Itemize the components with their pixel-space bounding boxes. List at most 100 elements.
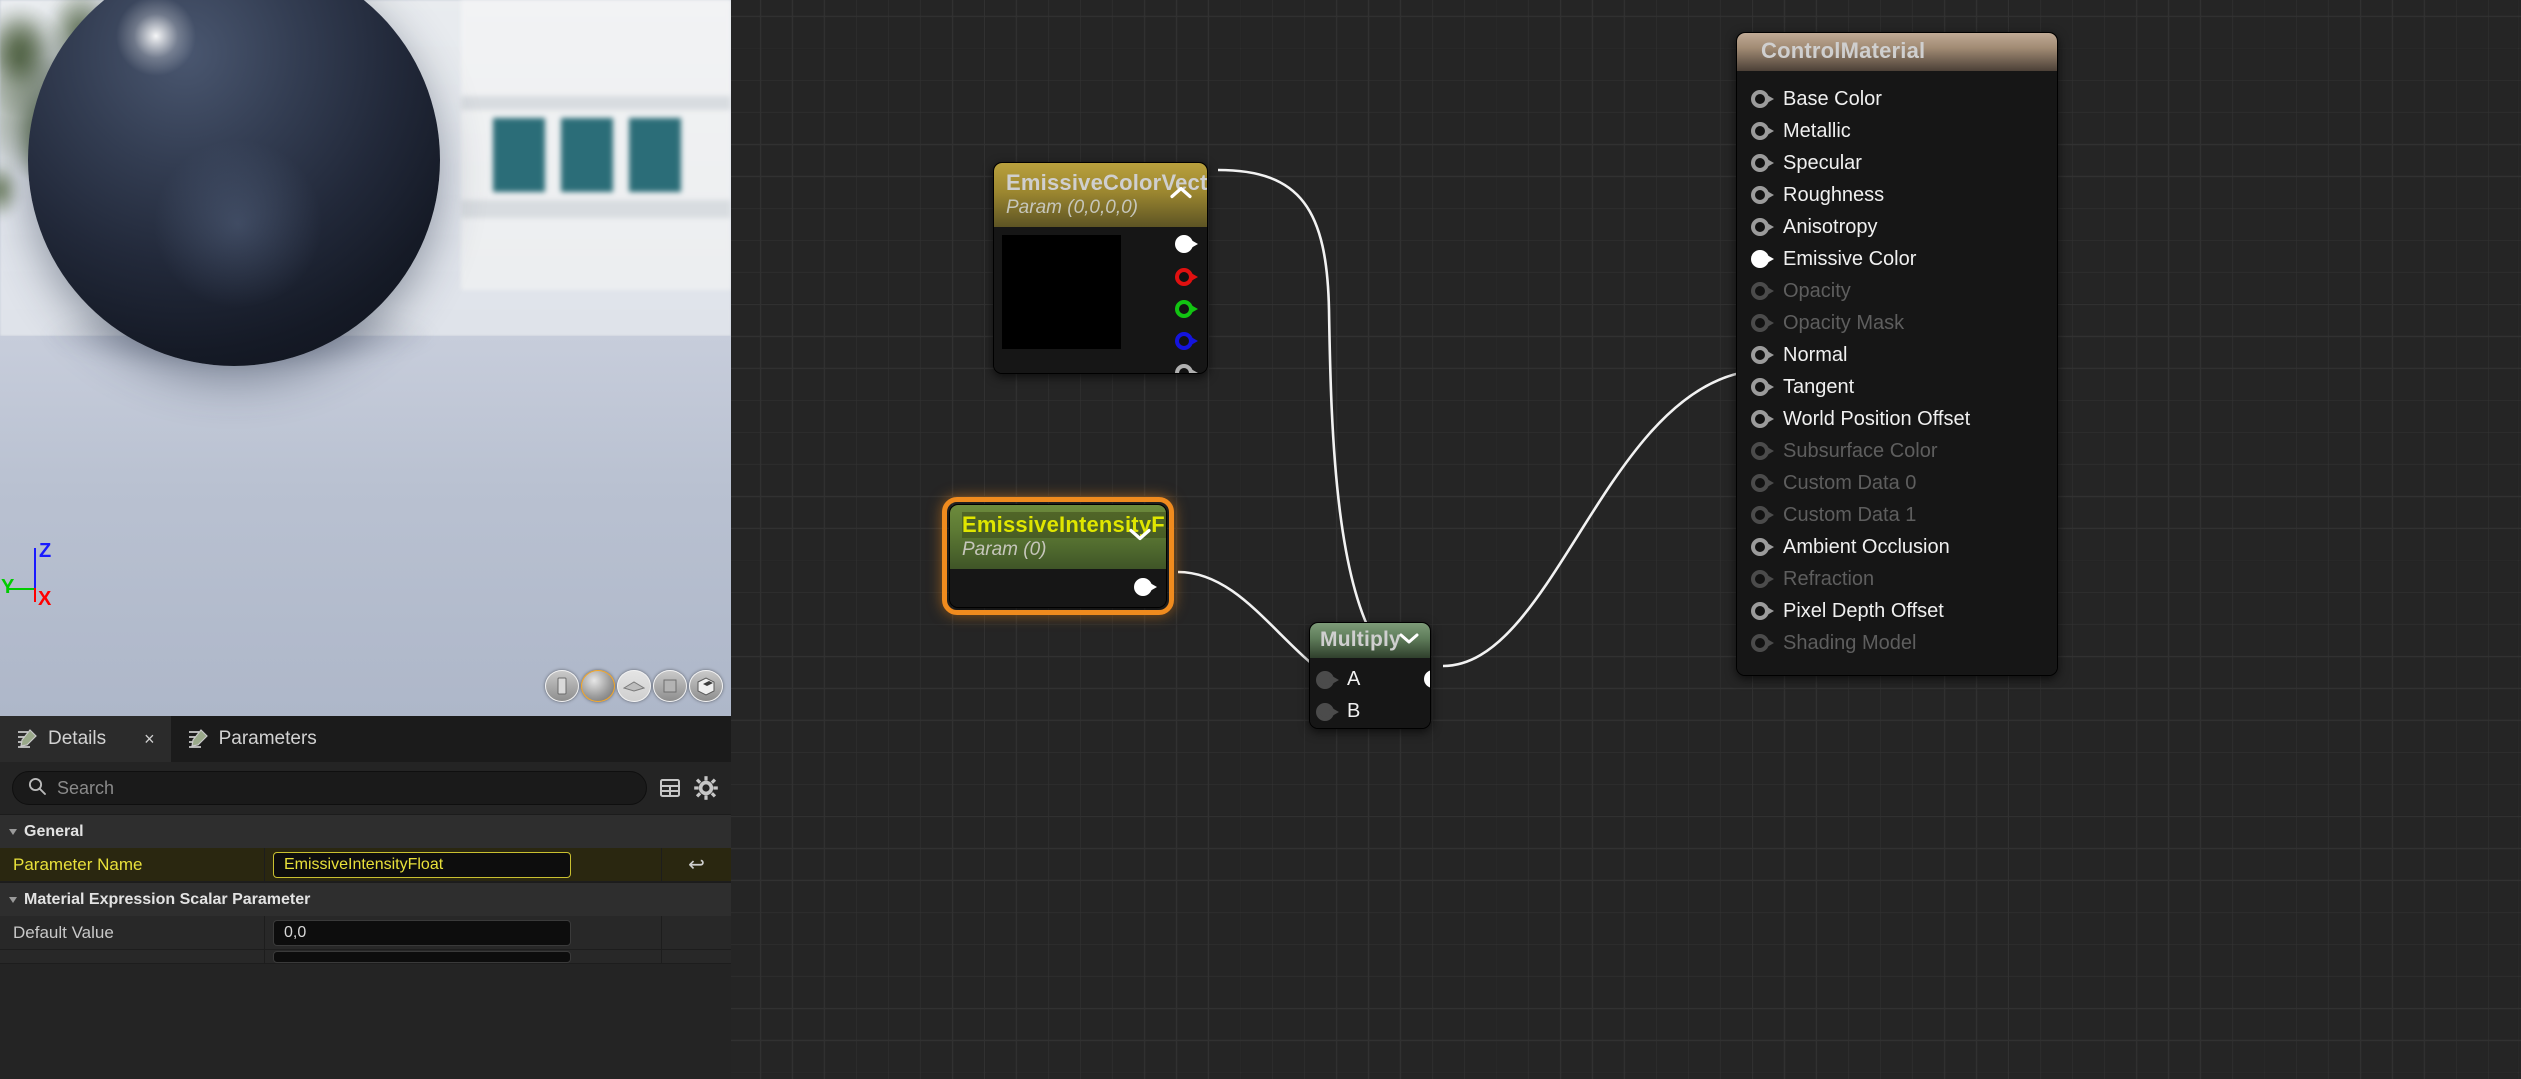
node-header[interactable]: EmissiveColorVector Param (0,0,0,0) bbox=[994, 163, 1207, 227]
reset-to-default-icon[interactable]: ↩ bbox=[661, 848, 731, 881]
chevron-down-icon bbox=[9, 897, 17, 903]
tab-parameters-label: Parameters bbox=[219, 728, 317, 750]
property-row-default-value: Default Value 0,0 bbox=[0, 916, 731, 950]
emissive-color-input-pin[interactable] bbox=[1751, 248, 1773, 270]
input-row-normal[interactable]: Normal bbox=[1737, 339, 2057, 371]
property-label: Default Value bbox=[0, 916, 265, 949]
input-row-world-position-offset[interactable]: World Position Offset bbox=[1737, 403, 2057, 435]
input-row-a: A bbox=[1316, 668, 1360, 691]
g-output-pin[interactable] bbox=[1175, 298, 1197, 320]
color-swatch[interactable] bbox=[1002, 235, 1121, 349]
material-preview-viewport[interactable]: Z Y X bbox=[0, 0, 731, 716]
input-row-custom-data-1[interactable]: Custom Data 1 bbox=[1737, 499, 2057, 531]
parameter-name-input[interactable]: EmissiveIntensityFloat bbox=[273, 852, 571, 878]
subsurface-color-input-pin[interactable] bbox=[1751, 440, 1773, 462]
settings-gear-icon[interactable] bbox=[693, 775, 719, 801]
material-editor-window: Z Y X bbox=[0, 0, 2521, 1079]
cylinder-primitive-button[interactable] bbox=[545, 670, 579, 702]
opacity-input-pin[interactable] bbox=[1751, 280, 1773, 302]
primitive-shape-toolbar[interactable] bbox=[545, 670, 723, 702]
b-input-label: B bbox=[1347, 700, 1360, 723]
node-emissive-color-vector[interactable]: EmissiveColorVector Param (0,0,0,0) bbox=[993, 162, 1208, 374]
node-header[interactable]: ControlMaterial bbox=[1737, 33, 2057, 71]
input-label: Metallic bbox=[1783, 120, 1851, 143]
normal-input-pin[interactable] bbox=[1751, 344, 1773, 366]
input-row-pixel-depth-offset[interactable]: Pixel Depth Offset bbox=[1737, 595, 2057, 627]
table-view-icon[interactable] bbox=[657, 775, 683, 801]
section-header-material-expression-scalar-parameter[interactable]: Material Expression Scalar Parameter bbox=[0, 882, 731, 916]
g-output-row bbox=[1175, 298, 1207, 320]
roughness-input-pin[interactable] bbox=[1751, 184, 1773, 206]
tab-details[interactable]: Details × bbox=[0, 716, 171, 762]
input-label: Custom Data 1 bbox=[1783, 504, 1916, 527]
input-row-specular[interactable]: Specular bbox=[1737, 147, 2057, 179]
tab-parameters[interactable]: Parameters bbox=[171, 716, 333, 762]
rgba-output-row bbox=[1175, 233, 1207, 255]
tangent-input-pin[interactable] bbox=[1751, 376, 1773, 398]
a-input-pin[interactable] bbox=[1316, 669, 1338, 691]
default-value-input[interactable]: 0,0 bbox=[273, 920, 571, 946]
chevron-down-icon bbox=[9, 829, 17, 835]
search-input[interactable] bbox=[57, 778, 632, 799]
input-row-ambient-occlusion[interactable]: Ambient Occlusion bbox=[1737, 531, 2057, 563]
x-axis-line bbox=[34, 588, 36, 602]
partial-input[interactable] bbox=[273, 951, 571, 963]
r-output-pin[interactable] bbox=[1175, 266, 1197, 288]
plane-primitive-button[interactable] bbox=[617, 670, 651, 702]
input-row-roughness[interactable]: Roughness bbox=[1737, 179, 2057, 211]
input-row-base-color[interactable]: Base Color bbox=[1737, 83, 2057, 115]
metallic-input-pin[interactable] bbox=[1751, 120, 1773, 142]
section-header-general[interactable]: General bbox=[0, 814, 731, 848]
a-output-row bbox=[1175, 362, 1207, 374]
custom-data-0-input-pin[interactable] bbox=[1751, 472, 1773, 494]
property-label: Parameter Name bbox=[0, 848, 265, 881]
specular-input-pin[interactable] bbox=[1751, 152, 1773, 174]
input-label: Base Color bbox=[1783, 88, 1882, 111]
input-row-opacity[interactable]: Opacity bbox=[1737, 275, 2057, 307]
a-output-pin[interactable] bbox=[1175, 362, 1197, 374]
input-row-subsurface-color[interactable]: Subsurface Color bbox=[1737, 435, 2057, 467]
parameters-pencil-icon bbox=[187, 729, 209, 749]
cube-primitive-button[interactable] bbox=[653, 670, 687, 702]
input-row-emissive-color[interactable]: Emissive Color bbox=[1737, 243, 2057, 275]
viewport-floor bbox=[0, 336, 731, 716]
sphere-primitive-button[interactable] bbox=[581, 670, 615, 702]
world-position-offset-input-pin[interactable] bbox=[1751, 408, 1773, 430]
anisotropy-input-pin[interactable] bbox=[1751, 216, 1773, 238]
base-color-input-pin[interactable] bbox=[1751, 88, 1773, 110]
value-output-pin[interactable] bbox=[1134, 576, 1156, 598]
opacity-mask-input-pin[interactable] bbox=[1751, 312, 1773, 334]
b-input-pin[interactable] bbox=[1316, 701, 1338, 723]
node-multiply[interactable]: Multiply A B bbox=[1309, 622, 1431, 729]
b-output-pin[interactable] bbox=[1175, 330, 1197, 352]
tab-details-close-icon[interactable]: × bbox=[144, 729, 155, 750]
chevron-down-icon[interactable] bbox=[1128, 528, 1152, 547]
input-row-metallic[interactable]: Metallic bbox=[1737, 115, 2057, 147]
material-graph-canvas[interactable]: EmissiveColorVector Param (0,0,0,0) bbox=[731, 0, 2521, 1079]
pixel-depth-offset-input-pin[interactable] bbox=[1751, 600, 1773, 622]
input-row-anisotropy[interactable]: Anisotropy bbox=[1737, 211, 2057, 243]
chevron-down-icon[interactable] bbox=[1398, 632, 1420, 650]
chevron-up-icon[interactable] bbox=[1169, 186, 1193, 205]
custom-data-1-input-pin[interactable] bbox=[1751, 504, 1773, 526]
node-control-material[interactable]: ControlMaterial Base Color Metallic Spec… bbox=[1736, 32, 2058, 676]
input-row-refraction[interactable]: Refraction bbox=[1737, 563, 2057, 595]
node-header[interactable]: EmissiveIntensityFloat Param (0) bbox=[950, 505, 1166, 569]
rgba-output-pin[interactable] bbox=[1175, 233, 1197, 255]
node-header[interactable]: Multiply bbox=[1310, 623, 1430, 658]
property-value-cell: EmissiveIntensityFloat bbox=[265, 848, 661, 881]
custom-mesh-primitive-button[interactable] bbox=[689, 670, 723, 702]
node-emissive-intensity-float[interactable]: EmissiveIntensityFloat Param (0) bbox=[949, 504, 1167, 608]
property-value-partial bbox=[265, 950, 661, 963]
refraction-input-pin[interactable] bbox=[1751, 568, 1773, 590]
value-output-row bbox=[1134, 576, 1166, 598]
input-row-custom-data-0[interactable]: Custom Data 0 bbox=[1737, 467, 2057, 499]
input-row-shading-model[interactable]: Shading Model bbox=[1737, 627, 2057, 659]
node-body bbox=[994, 227, 1207, 373]
shading-model-input-pin[interactable] bbox=[1751, 632, 1773, 654]
input-row-tangent[interactable]: Tangent bbox=[1737, 371, 2057, 403]
search-box[interactable] bbox=[12, 771, 647, 805]
ambient-occlusion-input-pin[interactable] bbox=[1751, 536, 1773, 558]
input-label: Subsurface Color bbox=[1783, 440, 1938, 463]
input-row-opacity-mask[interactable]: Opacity Mask bbox=[1737, 307, 2057, 339]
